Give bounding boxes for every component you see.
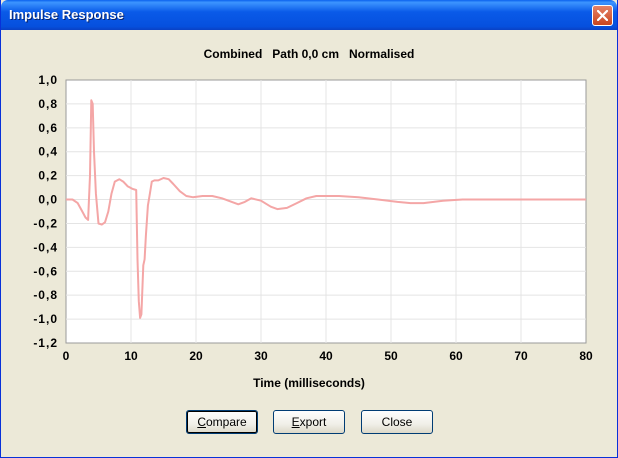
chart-header: Combined Path 0,0 cm Normalised xyxy=(203,47,415,61)
impulse-response-chart: 1,0 0,8 0,6 0,4 0,2 0,0 -0,2 -0,4 -0,6 -0,8 -1,0 -1… xyxy=(33,73,593,363)
impulse-response-dialog: Impulse Response Combined Path 0,0 cm No… xyxy=(0,0,618,458)
x-tick-labels: 0 10 20 30 40 50 60 70 80 xyxy=(63,349,593,363)
close-window-button[interactable] xyxy=(592,5,613,26)
x-tick-label: 20 xyxy=(189,349,203,363)
y-tick-label: -0,8 xyxy=(33,288,58,302)
y-tick-label: 0,6 xyxy=(38,121,58,135)
x-tick-label: 30 xyxy=(254,349,268,363)
export-rest: xport xyxy=(299,415,327,429)
x-tick-label: 70 xyxy=(514,349,528,363)
y-tick-label: 0,4 xyxy=(38,145,58,159)
y-tick-label: 0,0 xyxy=(38,193,58,207)
x-tick-label: 60 xyxy=(449,349,463,363)
grid xyxy=(65,79,587,344)
compare-button[interactable]: Compare xyxy=(186,410,258,434)
title-bar[interactable]: Impulse Response xyxy=(1,0,617,30)
y-tick-label: 0,2 xyxy=(38,169,58,183)
close-x-icon xyxy=(597,10,608,21)
y-tick-label: -1,2 xyxy=(33,336,58,350)
close-button[interactable]: Close xyxy=(361,410,433,434)
x-tick-label: 10 xyxy=(124,349,138,363)
x-tick-label: 80 xyxy=(579,349,593,363)
close-button-label: Close xyxy=(381,415,413,429)
export-accel: E xyxy=(291,415,300,429)
y-tick-label: 1,0 xyxy=(38,73,58,87)
y-tick-label: -0,6 xyxy=(33,264,58,278)
y-tick-label: 0,8 xyxy=(38,97,58,111)
x-axis-label: Time (milliseconds) xyxy=(253,376,365,390)
y-tick-label: -0,4 xyxy=(33,240,58,254)
compare-rest: ompare xyxy=(205,415,247,429)
x-tick-label: 0 xyxy=(63,349,70,363)
window-title: Impulse Response xyxy=(9,7,124,22)
y-tick-labels: 1,0 0,8 0,6 0,4 0,2 0,0 -0,2 -0,4 -0,6 -0,8 -1,0 -1… xyxy=(33,73,58,350)
export-button[interactable]: Export xyxy=(273,410,345,434)
x-tick-label: 40 xyxy=(319,349,333,363)
x-tick-label: 50 xyxy=(384,349,398,363)
y-tick-label: -1,0 xyxy=(33,312,58,326)
compare-accel: C xyxy=(197,415,206,429)
y-tick-label: -0,2 xyxy=(33,216,58,230)
